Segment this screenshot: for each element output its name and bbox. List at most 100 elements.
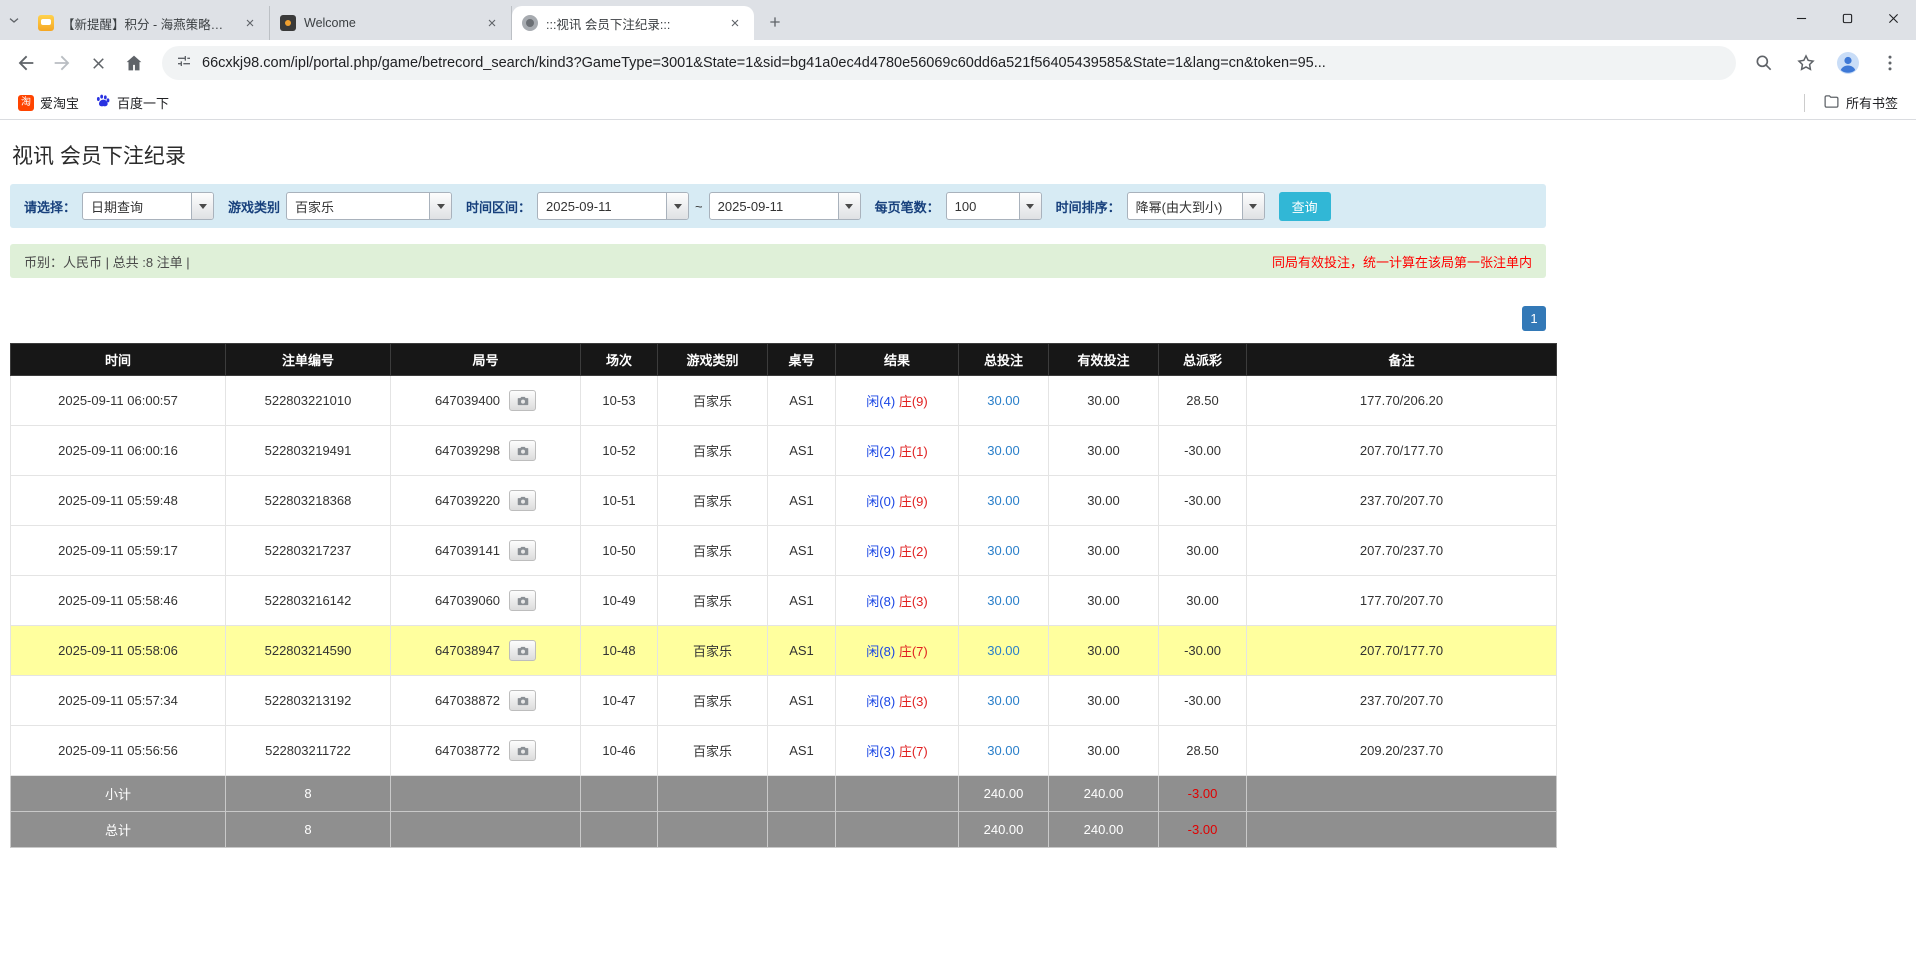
new-tab-button[interactable] xyxy=(760,7,790,37)
cell-total-bet: 30.00 xyxy=(959,526,1049,576)
stop-loading-button[interactable] xyxy=(80,45,116,81)
cell-payout: -30.00 xyxy=(1159,626,1247,676)
browser-menu-icon[interactable] xyxy=(1872,45,1908,81)
sort-select[interactable]: 降幂(由大到小) xyxy=(1127,192,1265,220)
chevron-down-icon[interactable] xyxy=(429,193,451,219)
tab-close-icon[interactable] xyxy=(483,14,501,32)
round-number: 647038772 xyxy=(435,743,500,758)
cell-table-no: AS1 xyxy=(768,626,836,676)
total-bet-link[interactable]: 30.00 xyxy=(987,443,1020,458)
query-type-select[interactable]: 日期查询 xyxy=(82,192,214,220)
total-bet-link[interactable]: 30.00 xyxy=(987,643,1020,658)
table-row: 2025-09-11 05:59:48522803218368647039220… xyxy=(11,476,1557,526)
video-replay-button[interactable] xyxy=(509,690,536,711)
round-number: 647039141 xyxy=(435,543,500,558)
total-bet-link[interactable]: 30.00 xyxy=(987,493,1020,508)
cell-result: 闲(8) 庄(3) xyxy=(836,576,959,626)
total-bet-link[interactable]: 30.00 xyxy=(987,593,1020,608)
bookmarks-bar: 淘 爱淘宝 百度一下 所有书签 xyxy=(0,86,1916,120)
result-player: 闲(0) xyxy=(866,494,895,509)
cell-note: 207.70/177.70 xyxy=(1247,626,1557,676)
total-bet-link[interactable]: 30.00 xyxy=(987,693,1020,708)
cell-total-bet: 30.00 xyxy=(959,476,1049,526)
video-replay-button[interactable] xyxy=(509,390,536,411)
table-row: 2025-09-11 05:56:56522803211722647038772… xyxy=(11,726,1557,776)
profile-avatar[interactable] xyxy=(1830,45,1866,81)
subtotal-total-bet: 240.00 xyxy=(959,776,1049,812)
bookmark-star-icon[interactable] xyxy=(1788,45,1824,81)
date-to-input[interactable]: 2025-09-11 xyxy=(709,192,861,220)
forward-button[interactable] xyxy=(44,45,80,81)
chevron-down-icon[interactable] xyxy=(838,193,860,219)
cell-game-type: 百家乐 xyxy=(658,576,768,626)
game-type-select[interactable]: 百家乐 xyxy=(286,192,452,220)
total-bet-link[interactable]: 30.00 xyxy=(987,393,1020,408)
cell-payout: -30.00 xyxy=(1159,426,1247,476)
video-replay-button[interactable] xyxy=(509,540,536,561)
cell-session: 10-47 xyxy=(581,676,658,726)
video-favicon-icon xyxy=(522,15,538,31)
result-player: 闲(4) xyxy=(866,394,895,409)
summary-notice: 同局有效投注，统一计算在该局第一张注单内 xyxy=(1272,252,1532,271)
table-row: 2025-09-11 05:58:06522803214590647038947… xyxy=(11,626,1557,676)
tab-close-icon[interactable] xyxy=(726,14,744,32)
cell-valid-bet: 30.00 xyxy=(1049,376,1159,426)
video-replay-button[interactable] xyxy=(509,490,536,511)
total-bet-link[interactable]: 30.00 xyxy=(987,743,1020,758)
page-1-button[interactable]: 1 xyxy=(1522,306,1546,331)
chevron-down-icon[interactable] xyxy=(1242,193,1264,219)
chevron-down-icon[interactable] xyxy=(191,193,213,219)
result-player: 闲(9) xyxy=(866,544,895,559)
cell-time: 2025-09-11 06:00:57 xyxy=(11,376,226,426)
result-banker: 庄(9) xyxy=(899,394,928,409)
minimize-button[interactable] xyxy=(1778,0,1824,36)
tab-search-chevron-icon[interactable] xyxy=(0,0,28,40)
video-replay-button[interactable] xyxy=(509,440,536,461)
tab-close-icon[interactable] xyxy=(241,14,259,32)
cell-round: 647038872 xyxy=(391,676,581,726)
browser-tab-forum[interactable]: 【新提醒】积分 - 海燕策略论坛 xyxy=(28,6,270,40)
search-button[interactable]: 查询 xyxy=(1279,192,1331,221)
chevron-down-icon[interactable] xyxy=(1019,193,1041,219)
cell-result: 闲(9) 庄(2) xyxy=(836,526,959,576)
select-label: 请选择： xyxy=(24,197,76,216)
total-valid-bet: 240.00 xyxy=(1049,812,1159,848)
bet-table-body: 2025-09-11 06:00:57522803221010647039400… xyxy=(11,376,1557,776)
video-replay-button[interactable] xyxy=(509,590,536,611)
bookmark-baidu[interactable]: 百度一下 xyxy=(87,89,177,116)
home-button[interactable] xyxy=(116,45,152,81)
close-button[interactable] xyxy=(1870,0,1916,36)
video-replay-button[interactable] xyxy=(509,640,536,661)
page-content: 视讯 会员下注纪录 请选择： 日期查询 游戏类别 百家乐 时间区间： 2025-… xyxy=(0,140,1556,848)
page-size-label: 每页笔数： xyxy=(875,197,940,216)
browser-tab-welcome[interactable]: Welcome xyxy=(270,6,512,40)
column-header: 注单编号 xyxy=(226,344,391,376)
total-bet-link[interactable]: 30.00 xyxy=(987,543,1020,558)
result-player: 闲(3) xyxy=(866,744,895,759)
cell-valid-bet: 30.00 xyxy=(1049,726,1159,776)
chevron-down-icon[interactable] xyxy=(666,193,688,219)
video-replay-button[interactable] xyxy=(509,740,536,761)
url-text[interactable]: 66cxkj98.com/ipl/portal.php/game/betreco… xyxy=(202,55,1326,71)
cell-table-no: AS1 xyxy=(768,676,836,726)
page-size-input[interactable]: 100 xyxy=(946,192,1042,220)
date-from-input[interactable]: 2025-09-11 xyxy=(537,192,689,220)
cell-time: 2025-09-11 05:58:46 xyxy=(11,576,226,626)
toolbar-right-icons xyxy=(1746,45,1908,81)
cell-session: 10-50 xyxy=(581,526,658,576)
back-button[interactable] xyxy=(8,45,44,81)
cell-valid-bet: 30.00 xyxy=(1049,676,1159,726)
address-bar[interactable]: 66cxkj98.com/ipl/portal.php/game/betreco… xyxy=(162,46,1736,80)
cell-payout: 28.50 xyxy=(1159,726,1247,776)
maximize-button[interactable] xyxy=(1824,0,1870,36)
cell-total-bet: 30.00 xyxy=(959,676,1049,726)
cell-game-type: 百家乐 xyxy=(658,426,768,476)
site-settings-icon[interactable] xyxy=(176,53,192,74)
subtotal-label: 小计 xyxy=(11,776,226,812)
bookmark-aitaobao[interactable]: 淘 爱淘宝 xyxy=(10,89,87,116)
cell-result: 闲(4) 庄(9) xyxy=(836,376,959,426)
zoom-icon[interactable] xyxy=(1746,45,1782,81)
all-bookmarks-button[interactable]: 所有书签 xyxy=(1815,89,1906,117)
browser-tab-betrecord[interactable]: :::视讯 会员下注纪录::: xyxy=(512,6,754,40)
cell-time: 2025-09-11 05:59:17 xyxy=(11,526,226,576)
